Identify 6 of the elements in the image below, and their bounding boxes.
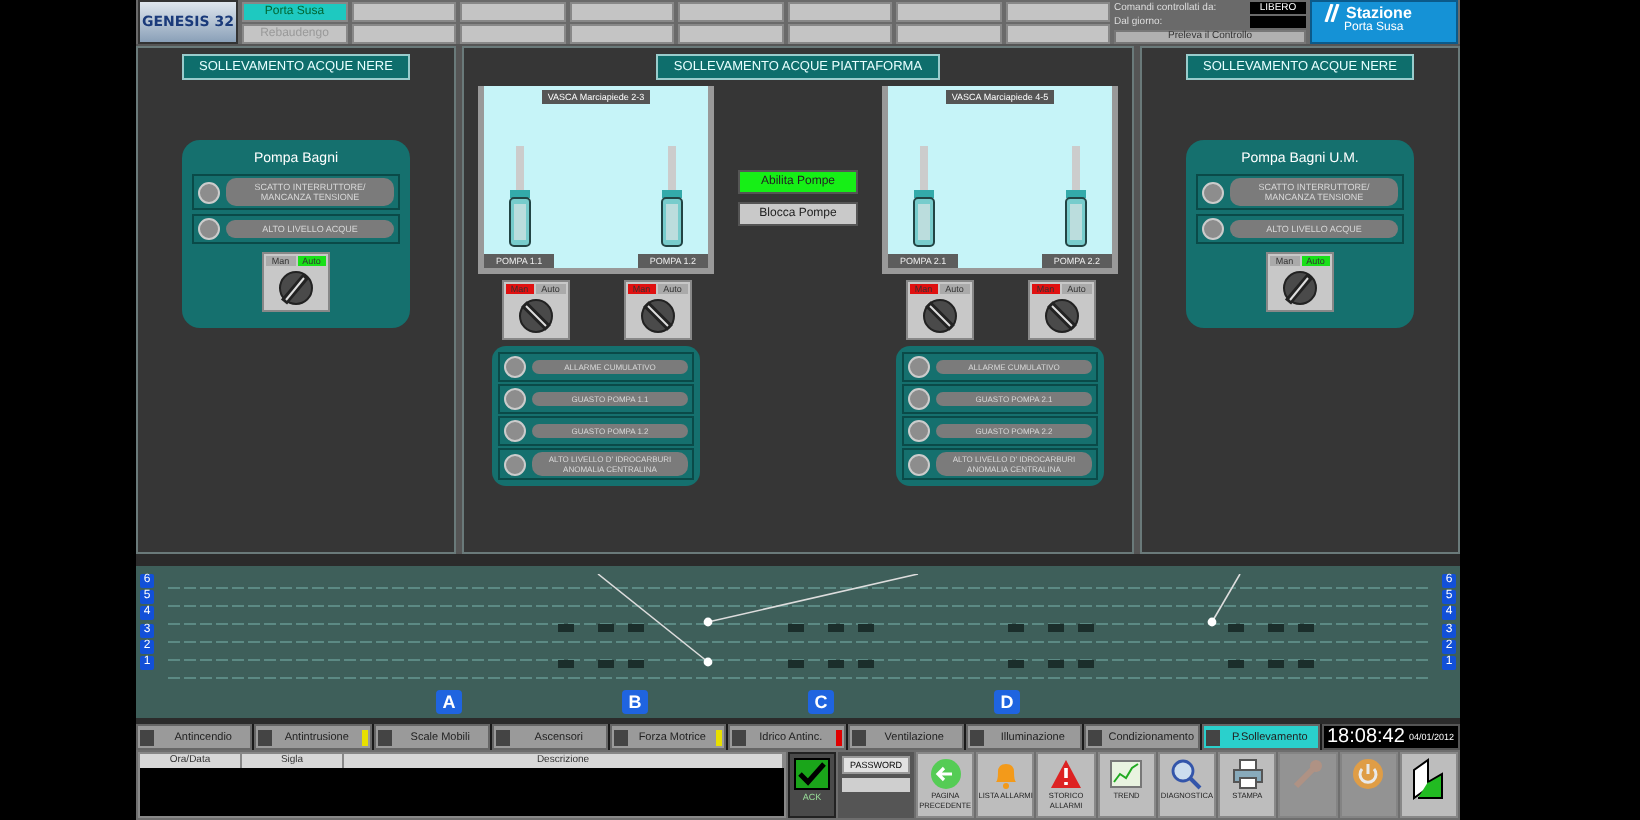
clock-time: 18:08:42 — [1327, 726, 1405, 748]
station-title: Stazione — [1346, 4, 1412, 22]
sector-badge[interactable]: B — [622, 690, 648, 714]
sector-badge[interactable]: D — [994, 690, 1020, 714]
sector-badge[interactable]: A — [436, 690, 462, 714]
sector-badge[interactable]: C — [808, 690, 834, 714]
